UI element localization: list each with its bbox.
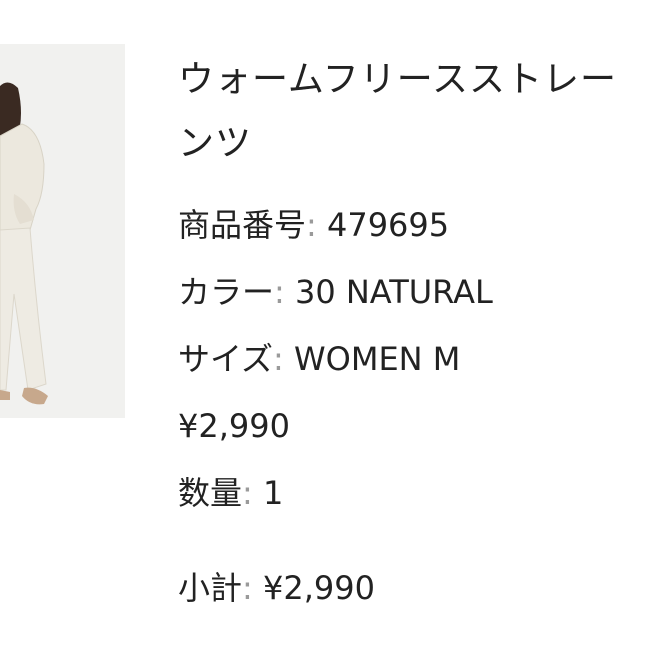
product-details: ウォームフリースストレー ンツ [178, 48, 666, 176]
subtotal-label: 小計 [178, 569, 243, 607]
size-separator: : [273, 340, 284, 378]
subtotal-value: ¥2,990 [262, 569, 375, 607]
item-number-value: 479695 [326, 206, 450, 244]
size-label: サイズ [178, 340, 274, 378]
subtotal-row: 小計: ¥2,990 [178, 568, 375, 608]
color-label: カラー [178, 273, 275, 311]
product-image[interactable] [0, 44, 125, 418]
product-title-line2: ンツ [178, 123, 253, 164]
quantity-label: 数量 [178, 474, 243, 512]
item-number-row: 商品番号: 479695 [178, 205, 449, 245]
price-row: ¥2,990 [178, 406, 290, 446]
quantity-row: 数量: 1 [178, 473, 283, 513]
model-wearing-fleece-image [0, 44, 125, 418]
quantity-separator: : [242, 474, 253, 512]
size-value: WOMEN M [294, 340, 461, 378]
quantity-value: 1 [262, 474, 284, 512]
color-value: 30 NATURAL [294, 273, 493, 311]
subtotal-separator: : [242, 569, 253, 607]
product-title[interactable]: ウォームフリースストレー ンツ [178, 48, 666, 176]
item-number-separator: : [306, 206, 317, 244]
price-value: ¥2,990 [178, 407, 290, 445]
product-title-line1: ウォームフリースストレー [178, 59, 617, 100]
color-row: カラー: 30 NATURAL [178, 272, 493, 312]
size-row: サイズ: WOMEN M [178, 339, 460, 379]
item-number-label: 商品番号 [178, 206, 307, 244]
color-separator: : [274, 273, 285, 311]
